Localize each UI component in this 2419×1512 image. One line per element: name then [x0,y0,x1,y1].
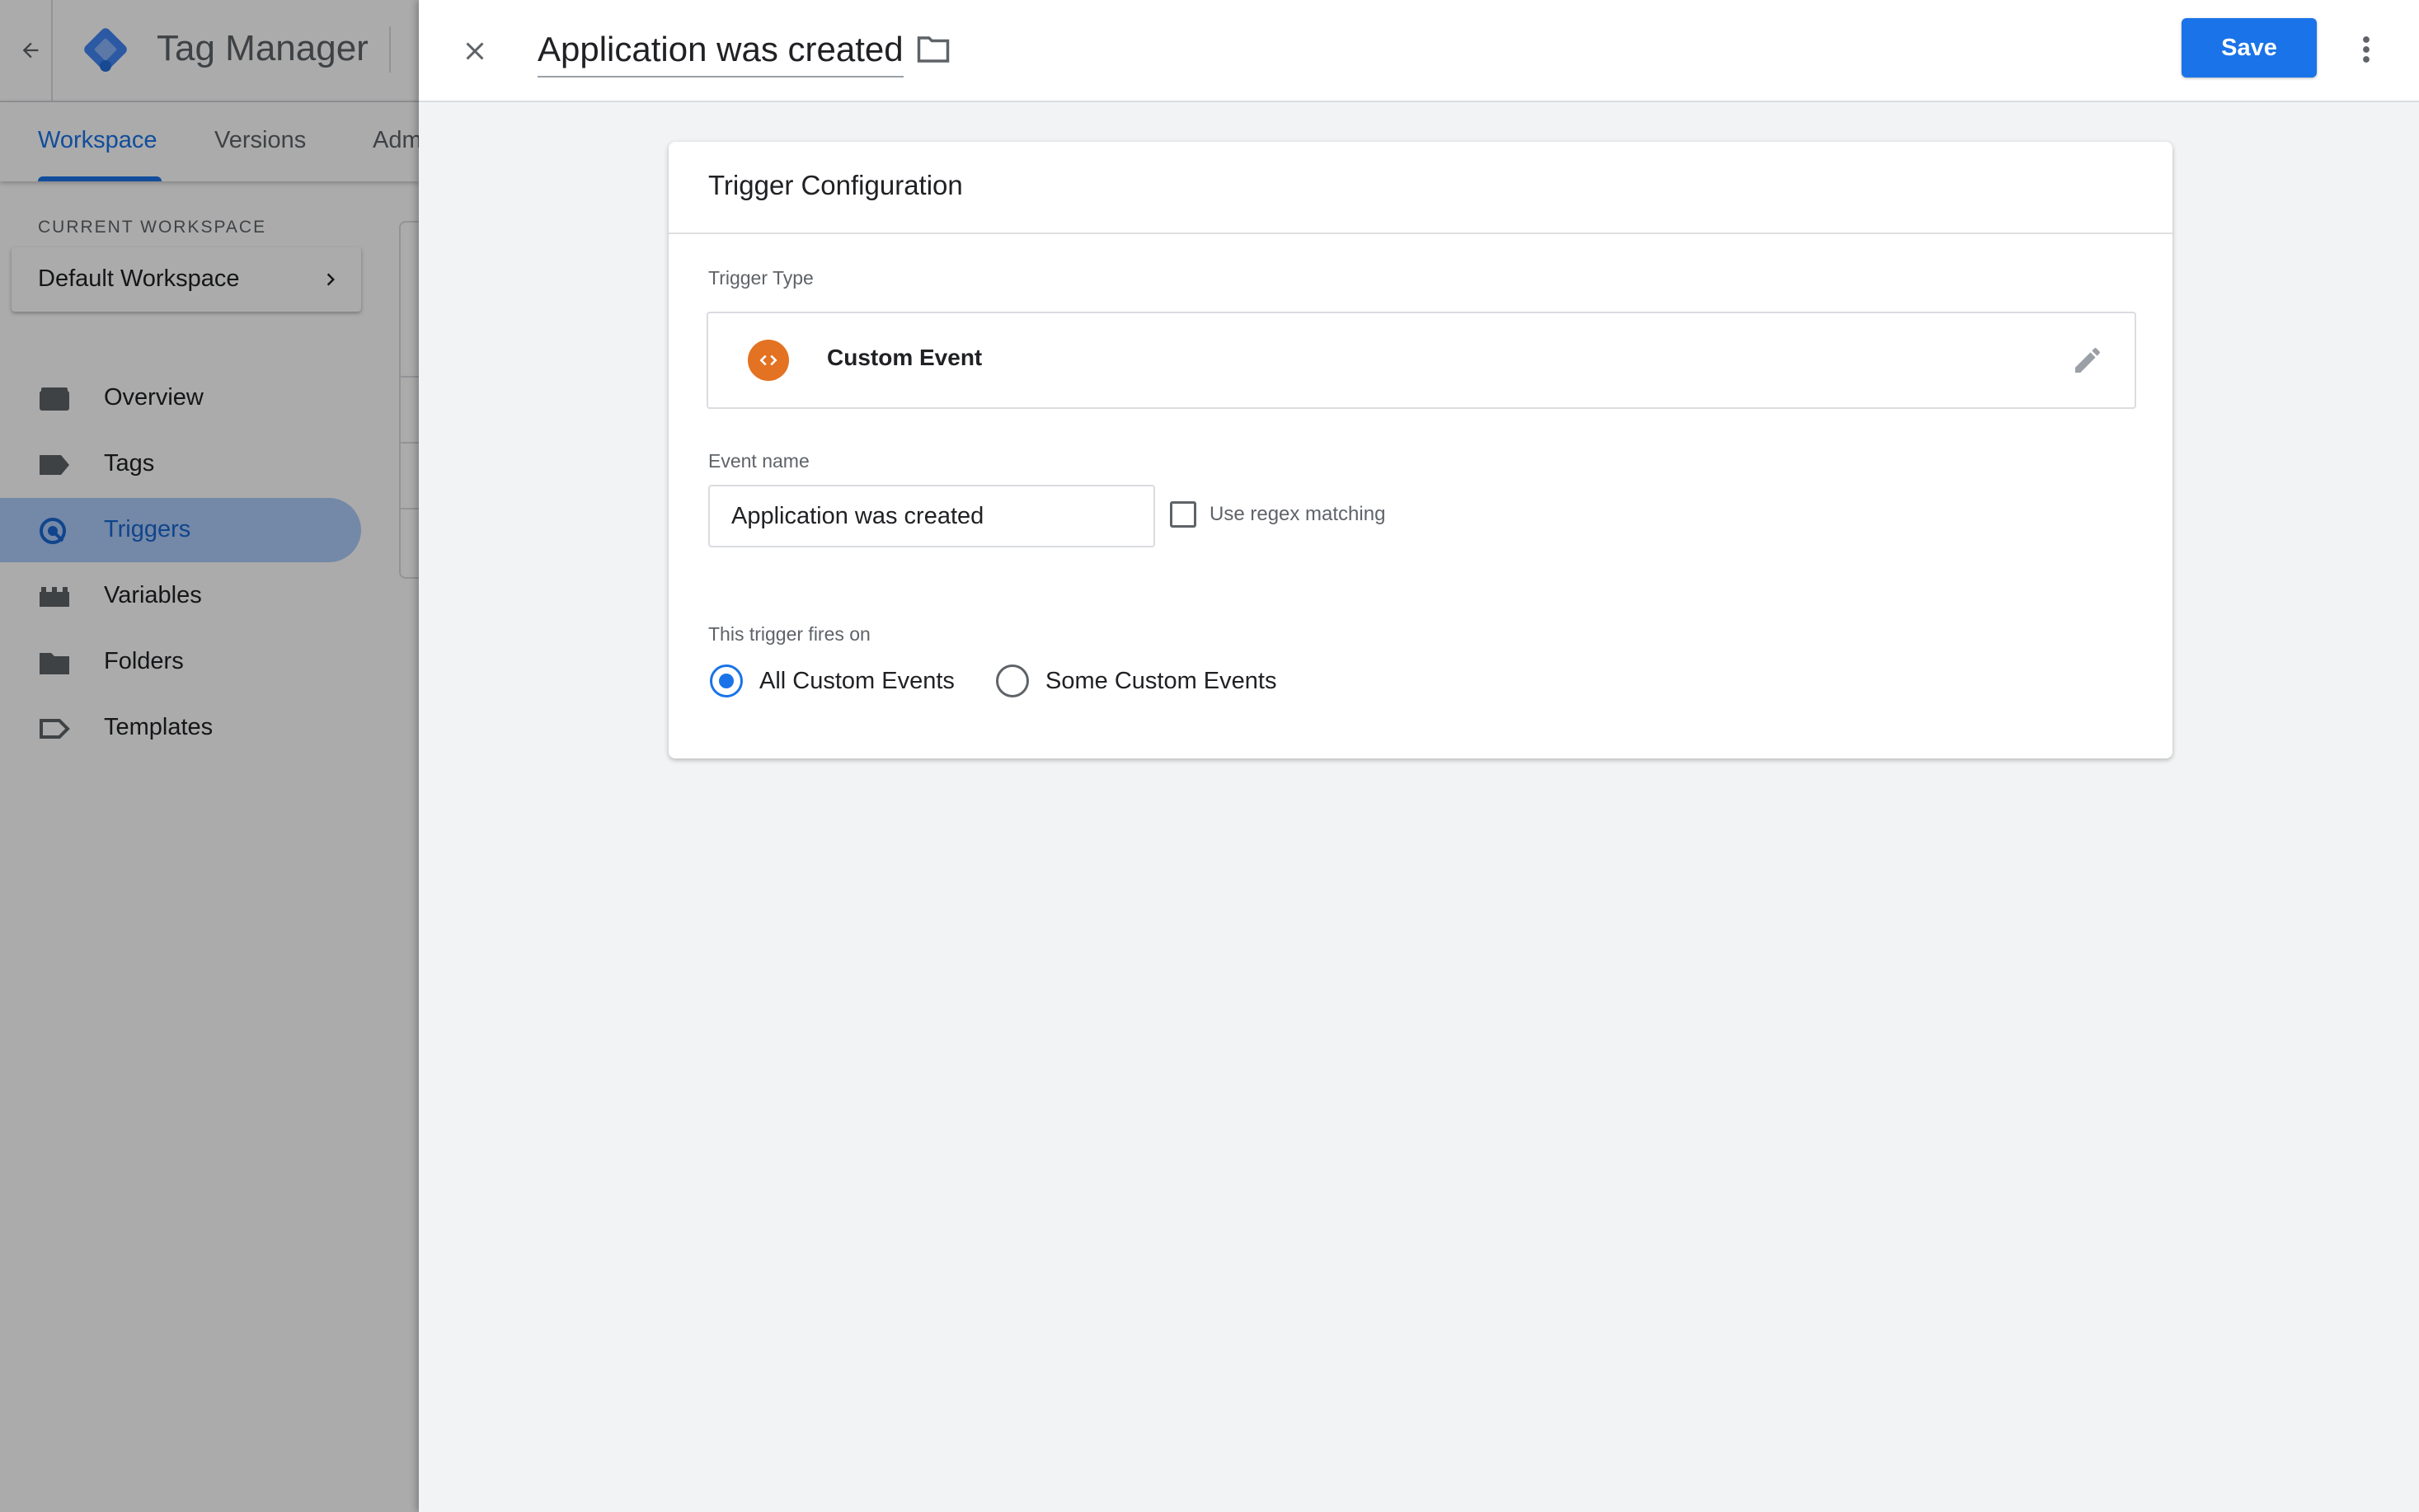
radio-selected-dot [719,674,734,688]
event-name-input[interactable] [708,485,1155,547]
close-icon [466,42,484,60]
card-title: Trigger Configuration [708,170,963,200]
trigger-type-name: Custom Event [827,345,983,370]
more-vert-icon [2363,36,2370,63]
radio-label: All Custom Events [759,668,955,694]
more-options-button[interactable] [2346,28,2386,71]
custom-event-icon [748,340,789,381]
background-app: Tag Manager Workspace Versions Admin CUR… [0,0,419,1512]
trigger-editor-panel: Application was created Save Trigger Con… [419,0,2419,1512]
radio-label: Some Custom Events [1045,668,1277,694]
trigger-name: Application was created [538,30,904,68]
pencil-icon [2075,348,2100,373]
folder-button[interactable] [914,31,953,68]
radio-button[interactable] [710,664,743,697]
regex-checkbox[interactable] [1170,501,1196,528]
trigger-type-selector[interactable]: Custom Event [707,312,2136,409]
save-button[interactable]: Save [2182,18,2317,77]
trigger-configuration-card: Trigger Configuration Trigger Type Custo… [669,142,2172,758]
radio-button[interactable] [996,664,1029,697]
folder-outline-icon [917,36,950,63]
modal-scrim[interactable] [0,0,419,1512]
regex-checkbox-label: Use regex matching [1210,503,1386,525]
trigger-type-label: Trigger Type [708,267,814,289]
edit-trigger-type-button[interactable] [2069,341,2107,379]
fires-on-label: This trigger fires on [708,623,871,645]
panel-header: Application was created Save [419,0,2419,102]
event-name-label: Event name [708,450,810,472]
divider [669,232,2172,234]
trigger-name-field[interactable]: Application was created [538,25,904,77]
close-button[interactable] [452,28,498,74]
